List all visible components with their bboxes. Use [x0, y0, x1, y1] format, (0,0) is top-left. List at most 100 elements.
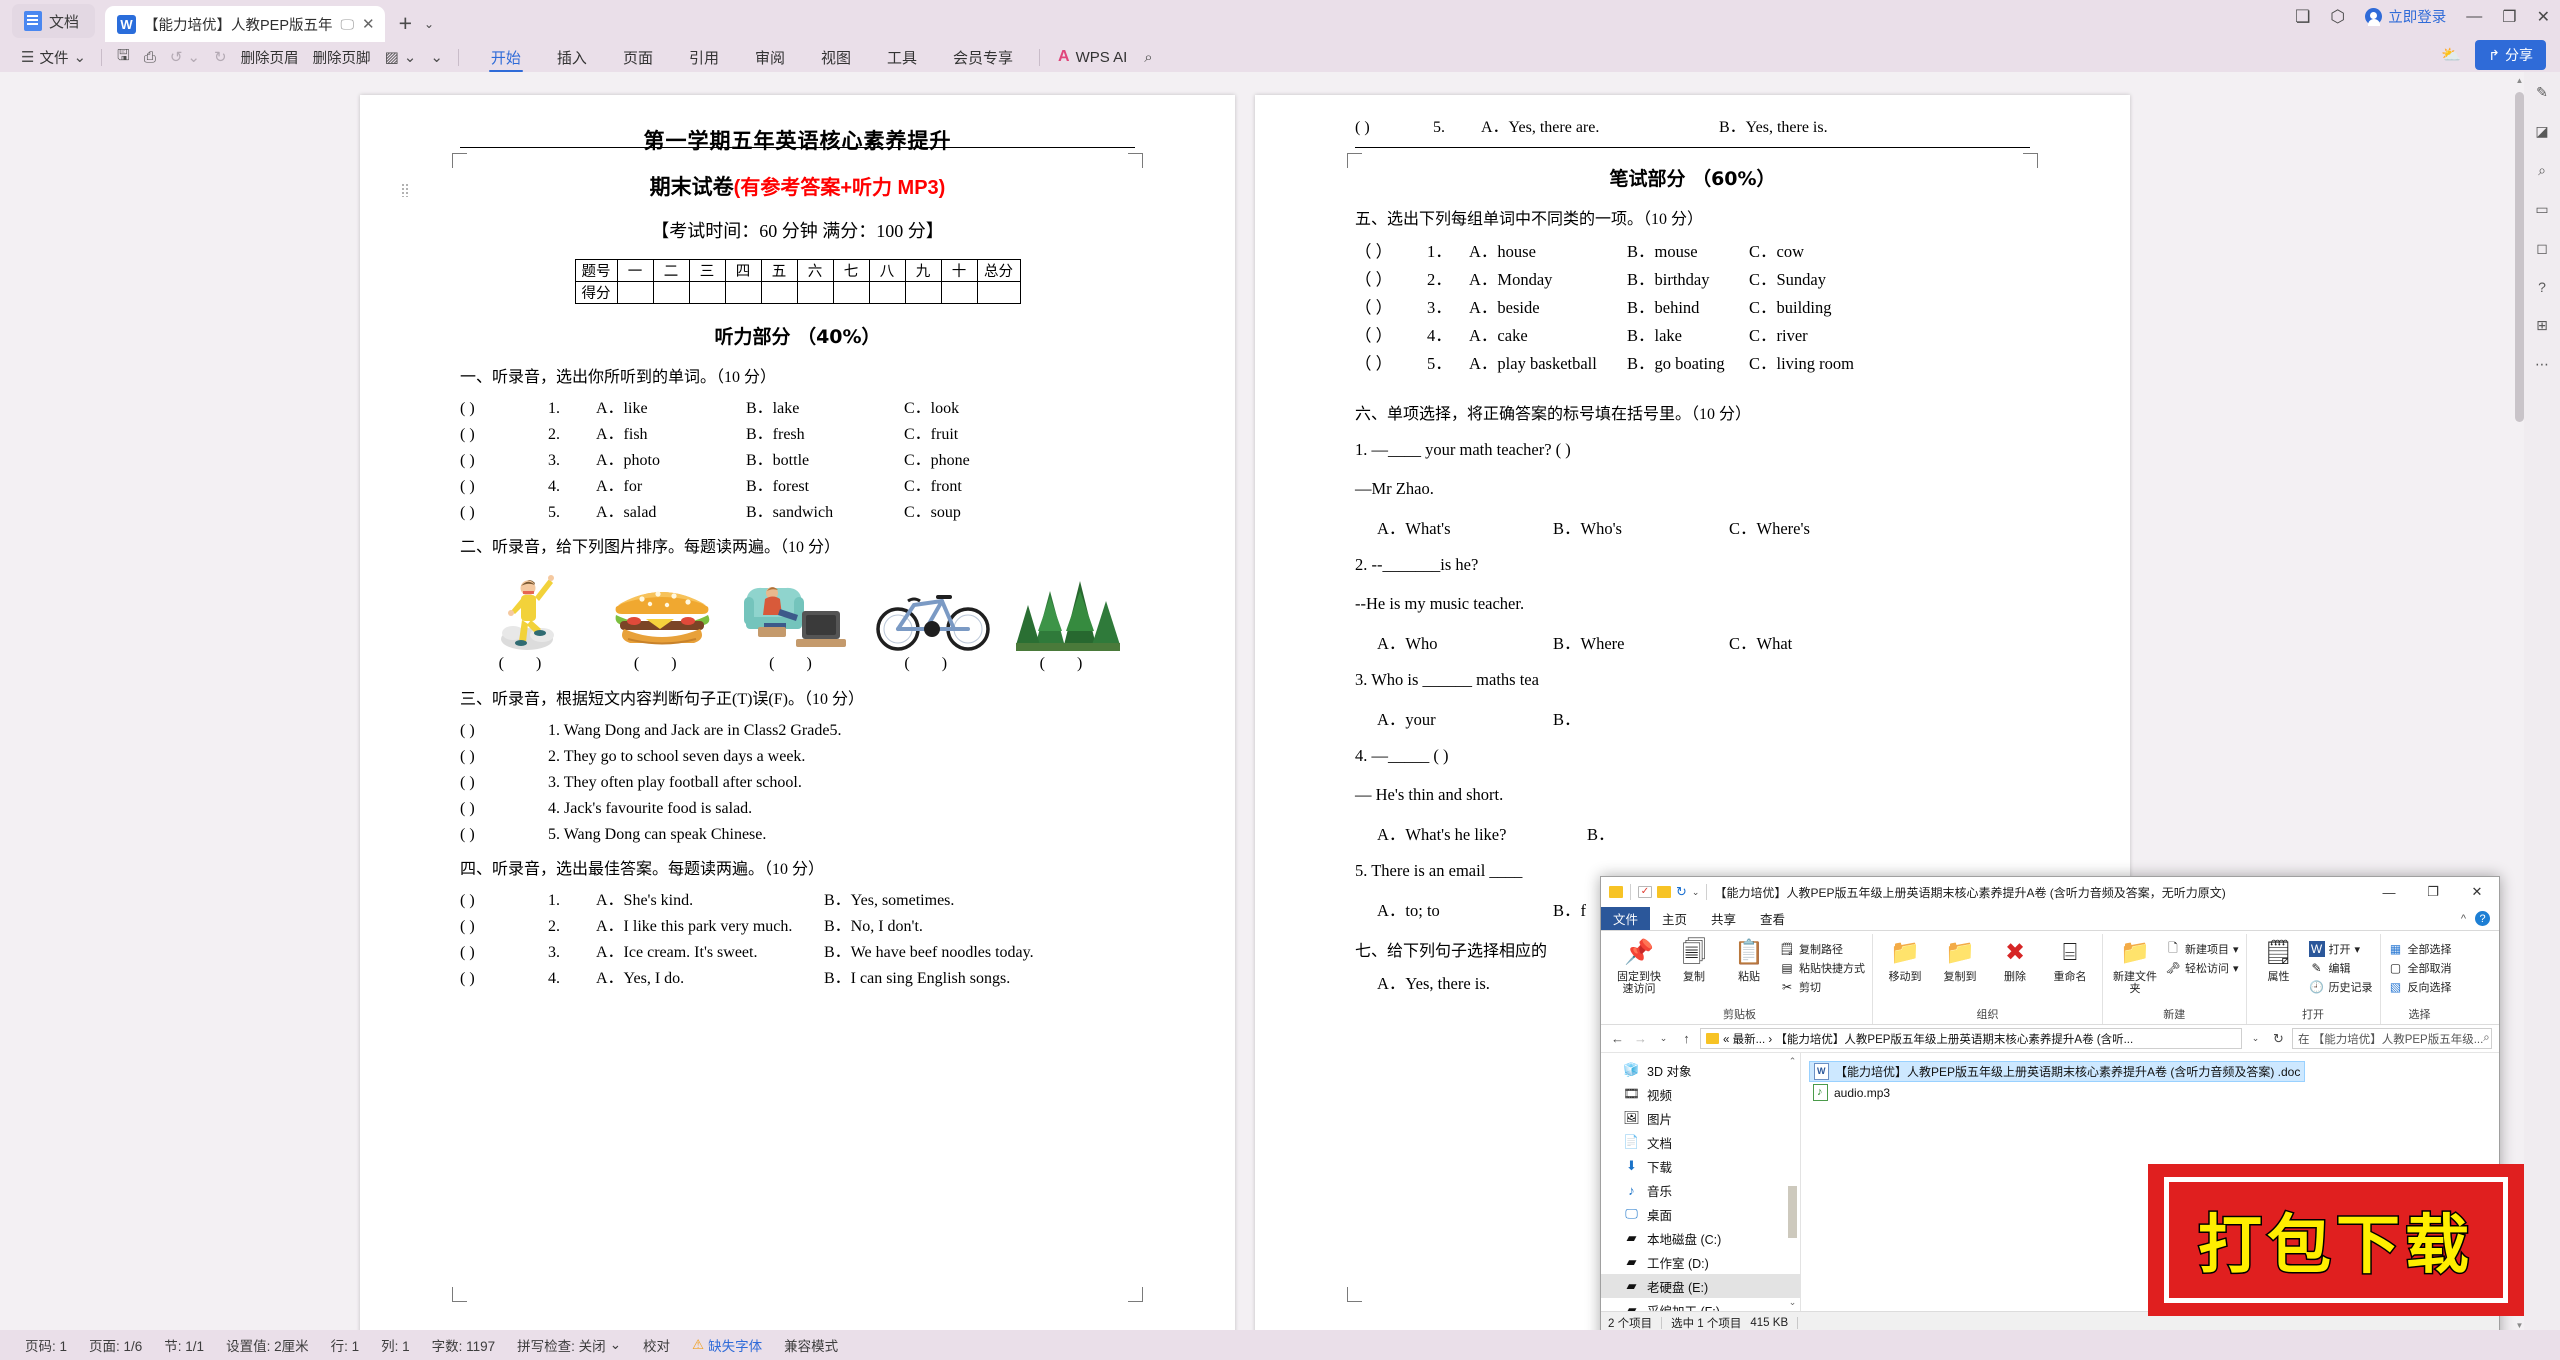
new-tab-button[interactable]: + [399, 12, 412, 35]
scroll-down-arrow-icon[interactable]: ⌄ [1788, 1297, 1797, 1308]
delete-header-button[interactable]: 删除页眉 [234, 45, 306, 69]
cloud-upload-icon[interactable]: ⛅ [2441, 45, 2461, 65]
status-missing-font[interactable]: ⚠ 缺失字体 [681, 1335, 773, 1355]
login-button[interactable]: 立即登录 [2365, 6, 2446, 27]
cut-button[interactable]: ✂ 剪切 [1779, 979, 1865, 995]
scroll-down-arrow-icon[interactable]: ▼ [2515, 1321, 2524, 1330]
nav-item-videos[interactable]: 🎞 视频 [1601, 1082, 1800, 1106]
cursor-icon[interactable]: ⌕ [2538, 162, 2546, 179]
more-icon[interactable]: ⋯ [2535, 356, 2549, 373]
grid-icon[interactable]: ⊞ [2536, 317, 2548, 334]
tab-tools[interactable]: 工具 [869, 43, 935, 71]
invert-selection-button[interactable]: ▧ 反向选择 [2388, 979, 2452, 995]
new-folder-button[interactable]: 📁 新建文件夹 [2110, 937, 2160, 996]
maximize-button[interactable]: ❐ [2502, 7, 2516, 27]
nav-item-drive-d[interactable]: ▰ 工作室 (D:) [1601, 1250, 1800, 1274]
save-button[interactable]: 🖫 [110, 45, 137, 69]
breadcrumb[interactable]: « 最新... › 【能力培优】人教PEP版五年级上册英语期末核心素养提升A卷 … [1700, 1028, 2242, 1049]
nav-item-music[interactable]: ♪ 音乐 [1601, 1178, 1800, 1202]
format-painter-button[interactable]: ▨ ⌄ [378, 45, 424, 69]
paste-button[interactable]: 📋 粘贴 [1724, 937, 1774, 984]
tab-view[interactable]: 视图 [803, 43, 869, 71]
select-none-button[interactable]: ▢ 全部取消 [2388, 960, 2452, 976]
nav-item-documents[interactable]: 📄 文档 [1601, 1130, 1800, 1154]
nav-item-drive-f[interactable]: ▰ 采编加工 (F:) [1601, 1298, 1800, 1311]
up-arrow-icon[interactable]: ↑ [1677, 1031, 1696, 1046]
nav-item-drive-c[interactable]: ▰ 本地磁盘 (C:) [1601, 1226, 1800, 1250]
forward-arrow-icon[interactable]: → [1631, 1031, 1650, 1046]
status-spellcheck[interactable]: 拼写检查: 关闭 ⌄ [506, 1335, 632, 1355]
documents-home-chip[interactable]: 文档 [12, 4, 96, 38]
comment-icon[interactable]: ▭ [2535, 201, 2548, 218]
qat-chevron-down-icon[interactable]: ⌄ [1692, 887, 1700, 898]
shapes-icon[interactable]: ◪ [2535, 123, 2548, 140]
multi-window-icon[interactable]: ❏ [2295, 7, 2310, 27]
scroll-up-arrow-icon[interactable]: ▲ [2515, 76, 2524, 85]
minimize-button[interactable]: — [2466, 8, 2482, 26]
explorer-maximize-button[interactable]: ❐ [2411, 877, 2455, 907]
explorer-tab-share[interactable]: 共享 [1699, 907, 1748, 930]
new-item-button[interactable]: 🗋 新建项目 ▾ [2165, 941, 2238, 957]
close-button[interactable]: ✕ [2537, 7, 2550, 27]
nav-item-drive-e[interactable]: ▰ 老硬盘 (E:) [1601, 1274, 1800, 1298]
tab-close-icon[interactable]: ✕ [362, 15, 375, 33]
copy-path-button[interactable]: 🗒 复制路径 [1779, 941, 1865, 957]
tab-review[interactable]: 审阅 [737, 43, 803, 71]
nav-item-3d-objects[interactable]: 🧊 3D 对象 [1601, 1058, 1800, 1082]
status-pro檢check[interactable]: 校对 [632, 1335, 681, 1355]
navigation-pane[interactable]: 🧊 3D 对象 🎞 视频 🖼 图片 📄 文档 ⬇ 下载 ♪ 音乐 🖵 桌面 ▰ 本地磁盘 (C:… [1601, 1053, 1801, 1311]
history-button[interactable]: 🕘 历史记录 [2309, 979, 2372, 995]
delete-footer-button[interactable]: 删除页脚 [306, 45, 378, 69]
select-all-button[interactable]: ▦ 全部选择 [2388, 941, 2452, 957]
print-button[interactable]: ⎙ [137, 45, 163, 69]
breadcrumb-chevron-down-icon[interactable]: ⌄ [2246, 1033, 2265, 1044]
collapse-ribbon-chevron-icon[interactable]: ^ [2461, 913, 2466, 925]
document-vertical-scrollbar[interactable]: ▲ ▼ [2515, 76, 2524, 1330]
explorer-close-button[interactable]: ✕ [2455, 877, 2499, 907]
paste-shortcut-button[interactable]: ▤ 粘贴快捷方式 [1779, 960, 1865, 976]
open-button[interactable]: W 打开 ▾ [2308, 941, 2373, 957]
nav-item-pictures[interactable]: 🖼 图片 [1601, 1106, 1800, 1130]
help-icon[interactable]: ? [2538, 279, 2546, 295]
redo-button[interactable]: ↻ [207, 45, 234, 69]
properties-button[interactable]: 🗒 属性 [2254, 937, 2304, 984]
wps-ai-button[interactable]: A WPS AI [1048, 48, 1137, 66]
move-to-button[interactable]: 📁 移动到 [1880, 937, 1930, 984]
copy-to-button[interactable]: 📁 复制到 [1935, 937, 1985, 984]
scroll-up-arrow-icon[interactable]: ⌃ [1788, 1056, 1797, 1067]
tab-reference[interactable]: 引用 [671, 43, 737, 71]
scrollbar-thumb[interactable] [2515, 92, 2524, 422]
rename-button[interactable]: ⌸ 重命名 [2045, 937, 2095, 984]
cube-icon[interactable]: ⬡ [2330, 7, 2345, 27]
refresh-icon[interactable]: ↻ [2269, 1031, 2288, 1047]
layers-icon[interactable]: ◻ [2536, 240, 2548, 257]
help-icon[interactable]: ? [2475, 911, 2490, 926]
file-row-doc[interactable]: 【能力培优】人教PEP版五年级上册英语期末核心素养提升A卷 (含听力音频及答案)… [1809, 1061, 2306, 1082]
pin-to-quick-access-button[interactable]: 📌 固定到快速访问 [1614, 937, 1664, 996]
search-input[interactable]: 在 【能力培优】人教PEP版五年级... ⌕ [2292, 1028, 2492, 1049]
edit-button[interactable]: ✎ 编辑 [2309, 960, 2373, 976]
undo-button[interactable]: ↺ ⌄ [163, 45, 207, 69]
tab-page[interactable]: 页面 [605, 43, 671, 71]
nav-scrollbar-thumb[interactable] [1788, 1186, 1797, 1238]
explorer-tab-view[interactable]: 查看 [1748, 907, 1797, 930]
back-arrow-icon[interactable]: ← [1608, 1031, 1627, 1046]
status-word-count[interactable]: 字数: 1197 [421, 1335, 507, 1355]
explorer-minimize-button[interactable]: — [2367, 877, 2411, 907]
search-button[interactable]: ⌕ [1137, 45, 1159, 69]
recent-locations-chevron-icon[interactable]: ⌄ [1654, 1033, 1673, 1044]
folder-icon[interactable] [1609, 886, 1623, 898]
nav-item-desktop[interactable]: 🖵 桌面 [1601, 1202, 1800, 1226]
file-row-mp3[interactable]: audio.mp3 [1809, 1082, 1894, 1103]
tab-insert[interactable]: 插入 [539, 43, 605, 71]
document-tab[interactable]: W 【能力培优】人教PEP版五年 🖵 ✕ [105, 6, 385, 42]
tab-start[interactable]: 开始 [473, 43, 539, 72]
nav-pane-scrollbar[interactable]: ⌃ ⌄ [1787, 1056, 1798, 1308]
nav-item-downloads[interactable]: ⬇ 下载 [1601, 1154, 1800, 1178]
pen-icon[interactable]: ✎ [2536, 84, 2548, 101]
paragraph-drag-handle[interactable] [401, 183, 410, 197]
tab-list-chevron-down-icon[interactable]: ⌄ [424, 17, 434, 31]
tab-member[interactable]: 会员专享 [935, 43, 1031, 71]
toolbar-more-button[interactable]: ⌄ [423, 45, 450, 69]
copy-button[interactable]: 🗐 复制 [1669, 937, 1719, 984]
